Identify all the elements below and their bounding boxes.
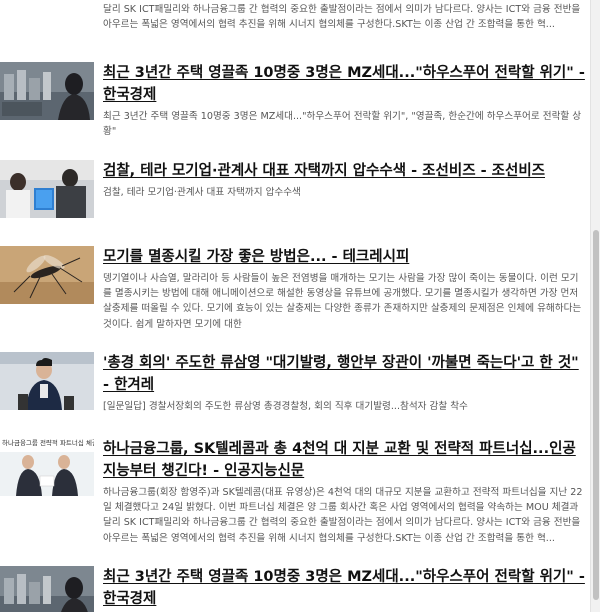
news-title-link[interactable]: '총경 회의' 주도한 류삼영 "대기발령, 행안부 장관이 '까불면 죽는다'… xyxy=(103,352,585,396)
news-item-content: '총경 회의' 주도한 류삼영 "대기발령, 행안부 장관이 '까불면 죽는다'… xyxy=(103,352,585,414)
news-title-link[interactable]: 하나금융그룹, SK텔레콤과 총 4천억 대 지분 교환 및 전략적 파트너십.… xyxy=(103,438,585,482)
press-crowd-image xyxy=(0,160,94,218)
news-title-link[interactable]: 모기를 멸종시킬 가장 좋은 방법은... - 테크레시피 xyxy=(103,246,585,268)
news-item-content: 최근 3년간 주택 영끌족 10명중 3명은 MZ세대..."하우스푸어 전락할… xyxy=(103,62,585,139)
vertical-scrollbar[interactable] xyxy=(590,0,600,612)
news-thumbnail[interactable] xyxy=(0,246,94,304)
news-item-content: 하나금융그룹, SK텔레콤과 총 4천억 대 지분 교환 및 전략적 파트너십.… xyxy=(103,438,585,546)
news-thumbnail[interactable] xyxy=(0,352,94,410)
news-item-content: 은 체결했다고 24일 밝혔다. 이번 파트너십 체결은 양 그룹 회사간 혹은… xyxy=(103,0,585,33)
news-title-link[interactable]: 최근 3년간 주택 영끌족 10명중 3명은 MZ세대..."하우스푸어 전락할… xyxy=(103,566,585,610)
news-snippet: 하나금융그룹(회장 함영주)과 SK텔레콤(대표 유영상)은 4천억 대의 대규… xyxy=(103,487,583,544)
news-snippet: 은 체결했다고 24일 밝혔다. 이번 파트너십 체결은 양 그룹 회사간 혹은… xyxy=(103,4,581,31)
news-item-content: 최근 3년간 주택 영끌족 10명중 3명은 MZ세대..."하우스푸어 전락할… xyxy=(103,566,585,610)
news-thumbnail[interactable]: 하나금융그룹 전략적 파트너십 체결 xyxy=(0,438,94,496)
thumbnail-caption: 하나금융그룹 전략적 파트너십 체결 xyxy=(2,439,94,447)
news-title-link[interactable]: 검찰, 테라 모기업·관계사 대표 자택까지 압수수색 - 조선비즈 - 조선비… xyxy=(103,160,585,182)
scrollbar-thumb[interactable] xyxy=(593,230,599,600)
city-apartments-person-image xyxy=(0,62,94,120)
news-snippet: [일문일답] 경찰서장회의 주도한 류삼영 총경경찰청, 회의 직후 대기발령.… xyxy=(103,401,468,412)
news-thumbnail[interactable] xyxy=(0,62,94,120)
city-apartments-person-image xyxy=(0,566,94,612)
news-item-content: 모기를 멸종시킬 가장 좋은 방법은... - 테크레시피 뎅기열이나 사슴열,… xyxy=(103,246,585,332)
news-item-content: 검찰, 테라 모기업·관계사 대표 자택까지 압수수색 - 조선비즈 - 조선비… xyxy=(103,160,585,200)
news-snippet: 뎅기열이나 사슴열, 말라리아 등 사람들이 높은 전염병을 매개하는 모기는 … xyxy=(103,273,582,330)
news-thumbnail[interactable] xyxy=(0,566,94,612)
news-title-link[interactable]: 최근 3년간 주택 영끌족 10명중 3명은 MZ세대..."하우스푸어 전락할… xyxy=(103,62,585,106)
news-snippet: 최근 3년간 주택 영끌족 10명중 3명은 MZ세대..."하우스푸어 전락할… xyxy=(103,111,582,138)
police-officer-press-conference-image xyxy=(0,352,94,410)
news-snippet: 검찰, 테라 모기업·관계사 대표 자택까지 압수수색 xyxy=(103,187,301,198)
news-thumbnail[interactable] xyxy=(0,160,94,218)
mosquito-image xyxy=(0,246,94,304)
